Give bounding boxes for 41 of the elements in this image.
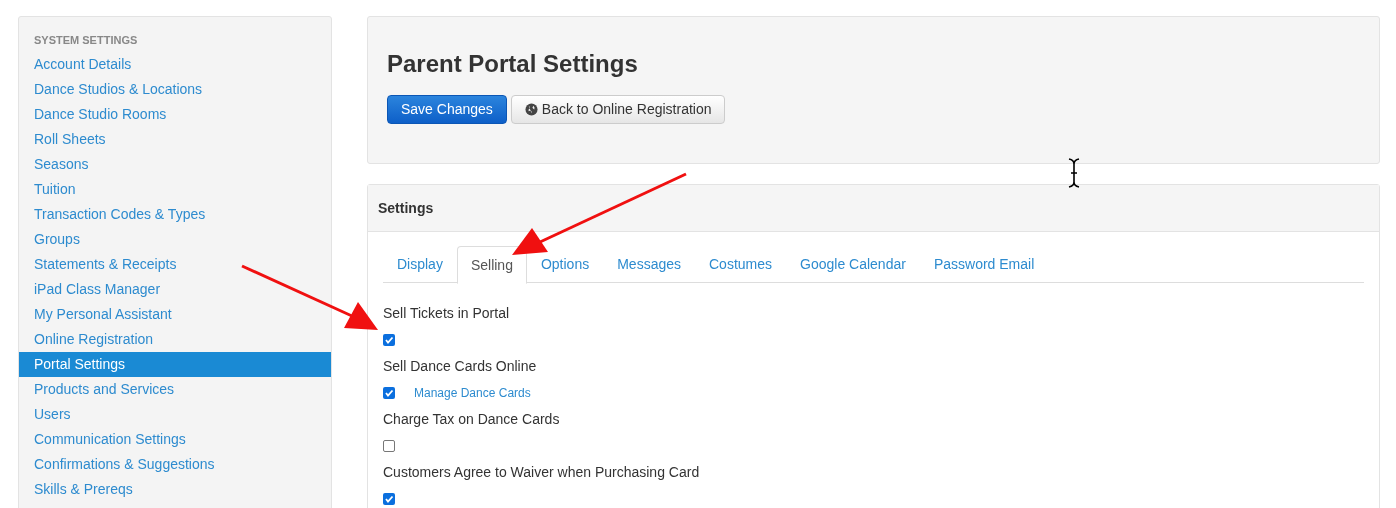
sidebar-item[interactable]: Online Registration xyxy=(19,327,331,352)
tab[interactable]: Password Email xyxy=(919,246,1049,283)
sidebar-item[interactable]: Dance Studio Rooms xyxy=(19,102,331,127)
checkbox[interactable] xyxy=(383,439,395,452)
sidebar-item[interactable]: Tuition xyxy=(19,177,331,202)
sidebar-item[interactable]: Statements & Receipts xyxy=(19,252,331,277)
tab[interactable]: Options xyxy=(526,246,604,283)
sidebar-item[interactable]: Transaction Codes & Types xyxy=(19,202,331,227)
sidebar-item[interactable]: Seasons xyxy=(19,152,331,177)
tab[interactable]: Costumes xyxy=(695,246,787,283)
manage-link[interactable]: Manage Dance Cards xyxy=(414,383,531,402)
page-title: Parent Portal Settings xyxy=(387,49,639,79)
option-label: Sell Dance Cards Online xyxy=(383,356,537,376)
sidebar-item[interactable]: Skills & Prereqs xyxy=(19,477,331,502)
sidebar-item[interactable]: Roll Sheets xyxy=(19,127,331,152)
sidebar-item[interactable]: Products and Services xyxy=(19,377,331,402)
back-button[interactable]: Back to Online Registration xyxy=(510,95,726,124)
checkbox[interactable] xyxy=(383,492,395,505)
text-cursor-icon xyxy=(1068,158,1080,188)
sidebar-item[interactable]: Users xyxy=(19,402,331,427)
sidebar-item[interactable]: iPad Class Manager xyxy=(19,277,331,302)
checkbox[interactable] xyxy=(383,386,395,399)
sidebar-item[interactable]: My Personal Assistant xyxy=(19,302,331,327)
option-label: Sell Tickets in Portal xyxy=(383,303,510,323)
tab[interactable]: Selling xyxy=(456,246,527,284)
sidebar-item[interactable]: Account Details xyxy=(19,52,331,77)
sidebar-item[interactable]: Communication Settings xyxy=(19,427,331,452)
option-label: Charge Tax on Dance Cards xyxy=(383,409,560,429)
tab[interactable]: Messages xyxy=(603,246,695,283)
tab[interactable]: Display xyxy=(383,246,457,283)
option-label: Customers Agree to Waiver when Purchasing Card xyxy=(383,462,700,482)
sidebar-item[interactable]: Portal Settings xyxy=(19,352,331,377)
panel-title: Settings xyxy=(378,198,434,218)
sidebar-item[interactable]: Groups xyxy=(19,227,331,252)
tab[interactable]: Google Calendar xyxy=(786,246,920,283)
checkbox[interactable] xyxy=(383,333,395,346)
save-button[interactable]: Save Changes xyxy=(387,95,507,124)
globe-icon xyxy=(524,103,538,116)
sidebar-item[interactable]: Dance Studios & Locations xyxy=(19,77,331,102)
sidebar-heading: SYSTEM SETTINGS xyxy=(33,33,139,48)
sidebar-item[interactable]: Confirmations & Suggestions xyxy=(19,452,331,477)
